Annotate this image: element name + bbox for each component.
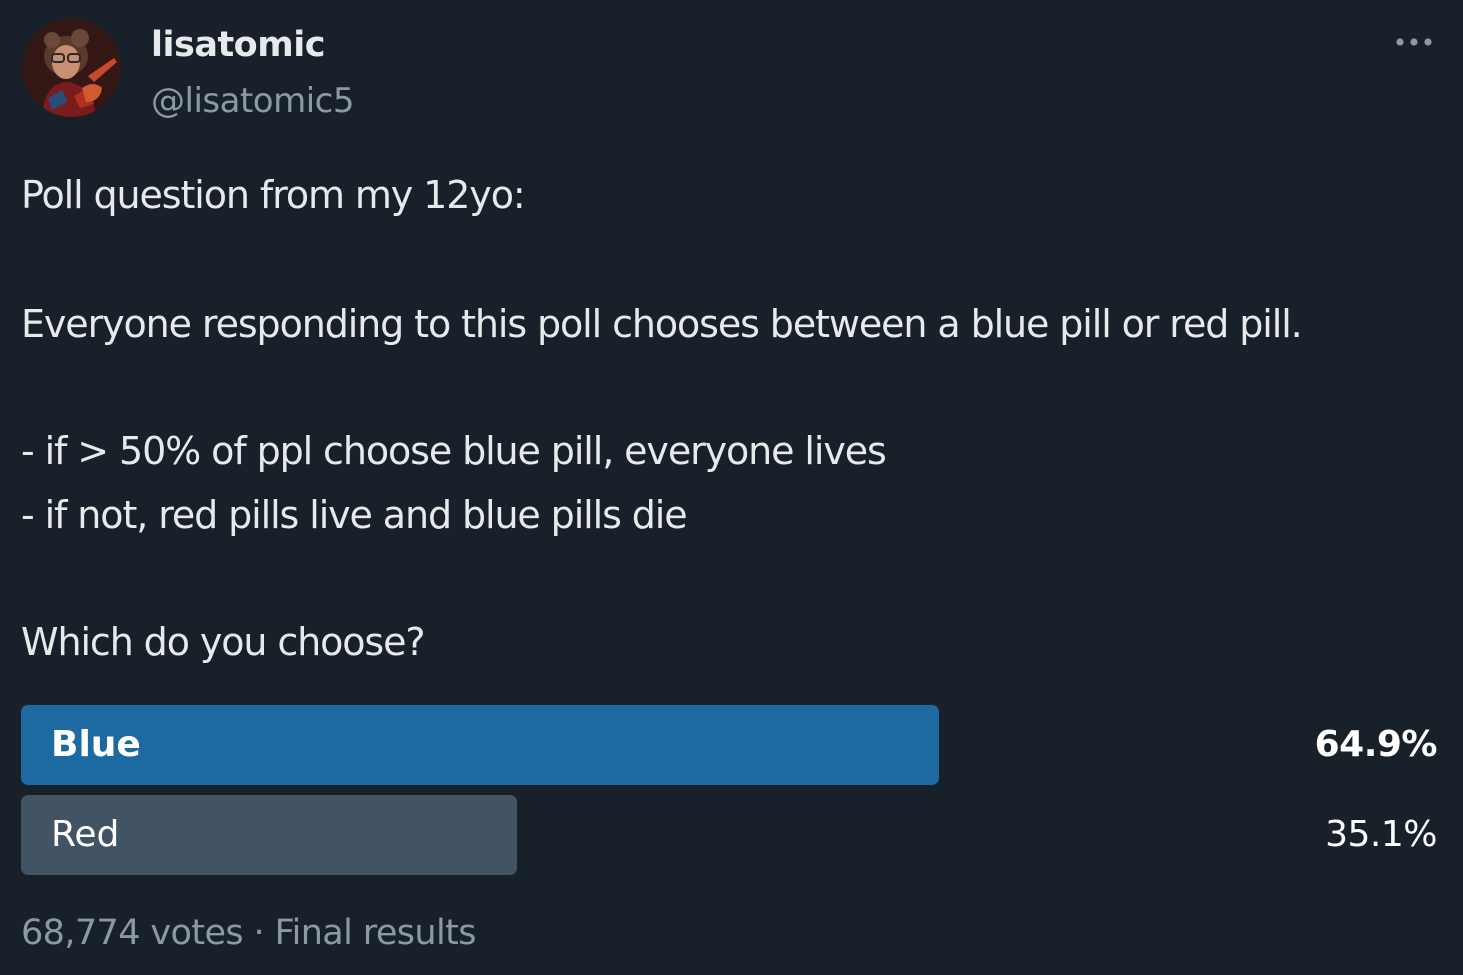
poll-vote-count: 68,774 votes (21, 913, 244, 953)
poll-option-percent: 64.9% (1314, 724, 1438, 765)
more-options-button[interactable] (1390, 26, 1438, 58)
poll-option-percent: 35.1% (1325, 814, 1437, 855)
author-handle[interactable]: @lisatomic5 (151, 78, 354, 124)
tweet-text-line: - if not, red pills live and blue pills … (21, 493, 688, 537)
tweet-card: lisatomic @lisatomic5 Poll question from… (0, 0, 1463, 975)
avatar-image (22, 18, 121, 117)
poll-option-blue[interactable]: Blue 64.9% (21, 705, 1438, 785)
poll-bar (21, 705, 939, 785)
tweet-text-line: Poll question from my 12yo: (21, 173, 526, 217)
poll-option-red[interactable]: Red 35.1% (21, 795, 1437, 875)
poll-footer-separator: · (253, 913, 265, 953)
poll-status: Final results (274, 913, 477, 953)
more-horizontal-icon (1396, 38, 1432, 46)
author-display-name[interactable]: lisatomic (151, 22, 325, 68)
poll-option-label: Blue (51, 724, 141, 765)
tweet-text-line: Which do you choose? (21, 620, 426, 664)
poll-footer: 68,774 votes · Final results (21, 910, 476, 956)
tweet-text-line: - if > 50% of ppl choose blue pill, ever… (21, 429, 887, 473)
avatar[interactable] (22, 18, 121, 117)
tweet-text-line: Everyone responding to this poll chooses… (21, 302, 1303, 346)
poll-option-label: Red (51, 814, 120, 855)
